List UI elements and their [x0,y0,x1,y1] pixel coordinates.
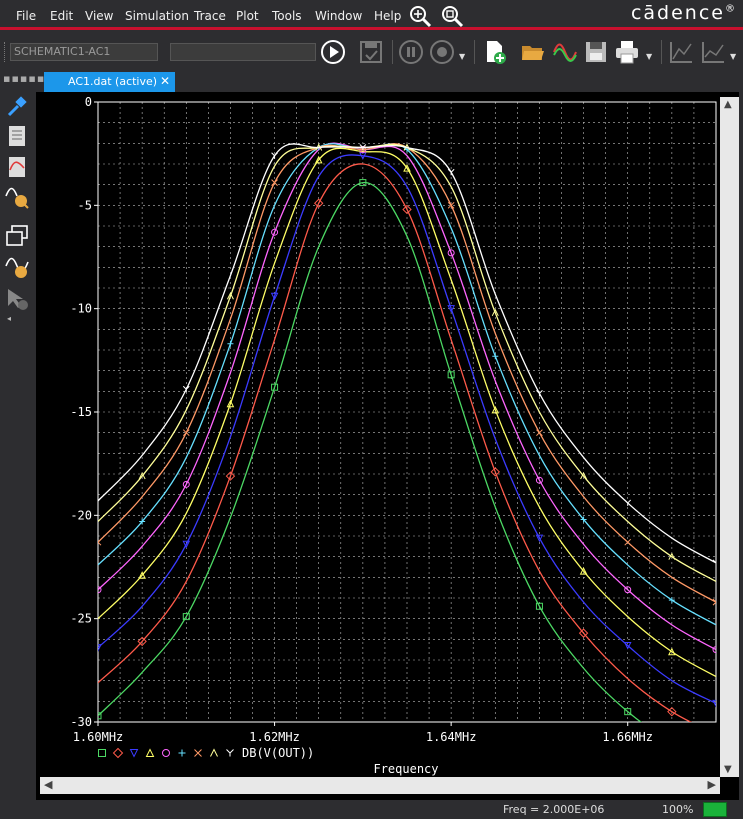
axis-chart-alt-icon[interactable] [700,39,726,65]
y-tick-label: -10 [70,302,92,316]
marker-y [447,168,455,176]
marker-lambda [210,748,218,757]
marker-triangle-up [145,748,155,757]
stop-icon[interactable] [429,39,455,65]
new-file-icon[interactable] [482,39,508,65]
menu-window[interactable]: Window [315,9,362,23]
marker-y [226,749,234,757]
scroll-down-icon[interactable]: ▼ [724,764,732,775]
y-tick-label: -15 [70,405,92,419]
trace-search-icon[interactable] [4,184,30,210]
vertical-scrollbar[interactable]: ▲ ▼ [720,97,739,777]
x-tick-label: 1.64MHz [426,730,477,744]
x-tick-label: 1.62MHz [249,730,300,744]
x-axis-ticks: 1.60MHz 1.62MHz 1.64MHz 1.66MHz [73,722,653,744]
chevron-down-icon[interactable]: ▼ [730,52,736,61]
plot-grid [98,102,716,722]
tab-bar: ▪▪▪▪▪▪▪▪ AC1.dat (active) ✕ [0,70,743,92]
add-trace-icon[interactable] [4,123,30,149]
save-icon[interactable] [583,39,609,65]
marker-square [713,762,719,768]
marker-plus [492,353,499,360]
zoom-fit-icon[interactable] [440,4,464,28]
tab-label: AC1.dat (active) [68,75,158,88]
plot-legend: DB(V(OUT)) [98,746,314,760]
schematic-selector[interactable]: SCHEMATIC1-AC1 [10,43,158,61]
windows-icon[interactable] [4,223,30,249]
open-folder-icon[interactable] [520,39,546,65]
y-tick-label: -20 [70,508,92,522]
menu-view[interactable]: View [85,9,113,23]
cadence-logo: cādence® [631,2,737,24]
axis-chart-icon[interactable] [668,39,694,65]
print-icon[interactable] [614,39,640,65]
y-tick-label: -5 [78,198,92,212]
toolbar-separator [661,40,662,64]
brand-mark: ® [725,3,737,15]
zoom-in-icon[interactable] [408,4,432,28]
menu-edit[interactable]: Edit [50,9,73,23]
marker-plus [178,749,186,757]
marker-x [194,749,202,757]
tab-ac1-dat[interactable]: AC1.dat (active) ✕ [44,72,175,92]
probe-plot[interactable]: 0 -5 -10 -15 -20 -25 -30 1.60MHz 1.62MHz 1.64MHz… [36,92,739,800]
marker-circle [162,749,170,757]
run-icon[interactable] [320,39,346,65]
chevron-down-icon[interactable]: ▼ [459,52,465,61]
status-zoom: 100% [662,803,694,816]
marker-triangle-down [129,749,139,758]
menu-plot[interactable]: Plot [236,9,259,23]
brand-name: cādence [630,2,725,24]
scroll-up-icon[interactable]: ▲ [724,99,732,110]
menu-bar: File Edit View Simulation Trace Plot Too… [0,0,743,30]
probe-pin-icon[interactable] [4,94,30,120]
marker-square [98,749,106,757]
menu-help[interactable]: Help [374,9,401,23]
marker-diamond [112,747,124,759]
x-tick-label: 1.66MHz [602,730,653,744]
close-icon[interactable]: ✕ [160,72,170,91]
chevron-down-icon[interactable]: ▼ [646,52,652,61]
cursor-disabled-icon[interactable] [4,286,30,312]
marker-x [624,538,632,546]
pause-icon[interactable] [398,39,424,65]
marker-plus [227,340,234,347]
menu-file[interactable]: File [16,9,36,23]
legend-trace-expr[interactable]: DB(V(OUT)) [242,746,314,760]
menu-trace[interactable]: Trace [194,9,226,23]
chevron-left-icon[interactable]: ◂ [7,314,11,323]
y-tick-label: 0 [85,95,92,109]
toolbar-separator [474,40,475,64]
horizontal-scrollbar[interactable]: ◀ ▶ [40,777,720,794]
trace-file-icon[interactable] [4,154,30,180]
scroll-right-icon[interactable]: ▶ [708,778,716,791]
x-axis-label: Frequency [373,762,438,776]
scroll-left-icon[interactable]: ◀ [44,778,52,791]
y-axis-ticks: 0 -5 -10 -15 -20 -25 -30 [70,95,98,729]
toolbar-grip[interactable] [4,42,7,62]
waveform-icon[interactable] [552,39,578,65]
y-tick-label: -25 [70,612,92,626]
menu-tools[interactable]: Tools [272,9,302,23]
menu-simulation[interactable]: Simulation [125,9,189,23]
status-bar: Freq = 2.000E+06 100% [0,800,743,819]
plot-window[interactable]: 0 -5 -10 -15 -20 -25 -30 1.60MHz 1.62MHz 1.64MHz… [36,92,739,800]
left-toolbar: ◂ [0,92,34,812]
save-check-icon[interactable] [358,39,384,65]
marker-x [536,429,543,437]
plot-series [98,142,719,768]
app-window: File Edit View Simulation Trace Plot Too… [0,0,743,819]
trace-edit-icon[interactable] [4,254,30,280]
profile-selector[interactable] [170,43,316,61]
x-tick-label: 1.60MHz [73,730,124,744]
status-freq: Freq = 2.000E+06 [503,803,605,816]
status-indicator [703,802,727,817]
toolbar-separator [392,40,393,64]
y-tick-label: -30 [70,715,92,729]
toolbar: SCHEMATIC1-AC1 ▼ ▼ ▼ [0,34,743,70]
